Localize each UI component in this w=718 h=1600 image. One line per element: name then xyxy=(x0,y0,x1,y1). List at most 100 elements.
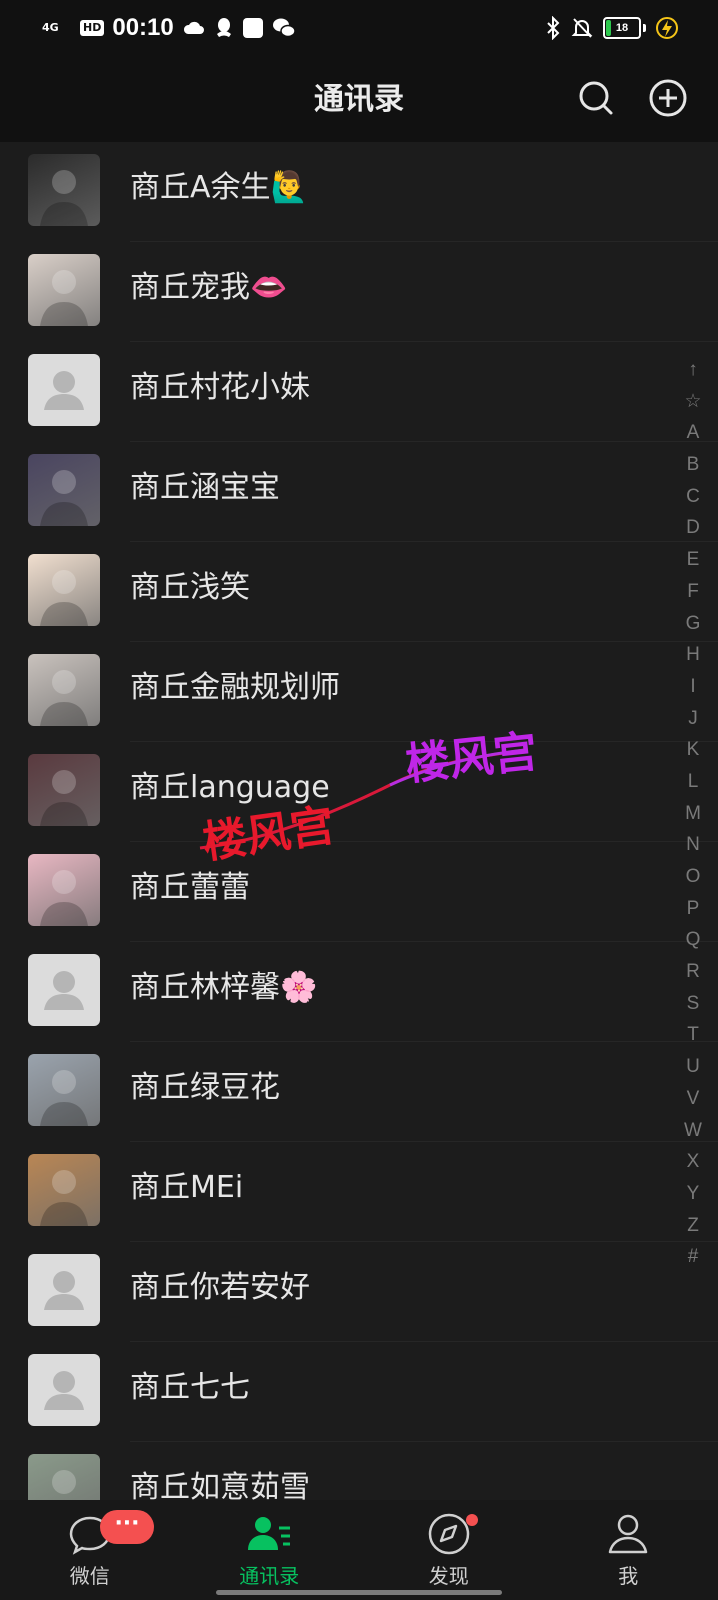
index-letter[interactable]: C xyxy=(686,481,700,513)
photo-silhouette xyxy=(40,1170,88,1226)
search-icon xyxy=(579,81,613,115)
photo-silhouette xyxy=(52,1470,76,1494)
index-letter[interactable]: H xyxy=(686,639,700,671)
home-indicator xyxy=(216,1590,502,1595)
avatar[interactable] xyxy=(28,654,100,726)
tab-label-me: 我 xyxy=(618,1564,639,1588)
index-letter[interactable]: Z xyxy=(687,1210,699,1242)
photo-silhouette xyxy=(40,870,88,926)
tab-chats[interactable]: 微信 xyxy=(0,1500,180,1600)
default-avatar[interactable] xyxy=(28,354,100,426)
index-letter[interactable]: G xyxy=(686,608,701,640)
unread-badge: ··· xyxy=(100,1510,154,1544)
index-letter[interactable]: W xyxy=(684,1115,702,1147)
index-letter[interactable]: N xyxy=(686,829,700,861)
contacts-icon xyxy=(248,1517,291,1550)
index-letter[interactable]: I xyxy=(690,671,695,703)
person-silhouette-icon xyxy=(44,971,84,1010)
contact-row[interactable]: 商丘林梓馨🌸 xyxy=(0,942,718,1042)
index-letter[interactable]: A xyxy=(687,417,700,449)
index-letter[interactable]: U xyxy=(686,1051,700,1083)
index-letter[interactable]: O xyxy=(686,861,701,893)
contact-row[interactable]: 商丘七七 xyxy=(0,1342,718,1442)
avatar[interactable] xyxy=(28,554,100,626)
contact-row[interactable]: 商丘蕾蕾 xyxy=(0,842,718,942)
avatar[interactable] xyxy=(28,754,100,826)
title-bar: 通讯录 xyxy=(0,56,718,142)
default-avatar[interactable] xyxy=(28,1354,100,1426)
avatar[interactable] xyxy=(28,254,100,326)
contact-row[interactable]: 商丘language xyxy=(0,742,718,842)
contact-row[interactable]: 商丘MEi xyxy=(0,1142,718,1242)
person-silhouette-icon xyxy=(44,371,84,410)
index-letter[interactable]: K xyxy=(687,734,700,766)
wechat-icon xyxy=(272,18,296,38)
avatar[interactable] xyxy=(28,1054,100,1126)
hd-badge: HD xyxy=(80,20,105,36)
index-letter[interactable]: E xyxy=(687,544,700,576)
contact-name: 商丘金融规划师 xyxy=(130,670,340,705)
index-letter[interactable]: B xyxy=(687,449,700,481)
avatar[interactable] xyxy=(28,454,100,526)
contact-name: 商丘language xyxy=(130,770,330,805)
contact-name: 商丘林梓馨🌸 xyxy=(130,970,318,1005)
contact-row[interactable]: 商丘金融规划师 xyxy=(0,642,718,742)
add-button[interactable] xyxy=(648,78,688,118)
index-letter[interactable]: ☆ xyxy=(684,386,701,418)
contact-row[interactable]: 商丘村花小妹 xyxy=(0,342,718,442)
discover-red-dot xyxy=(466,1514,478,1526)
clock: 00:10 xyxy=(112,14,174,41)
search-button[interactable] xyxy=(576,78,616,118)
index-letter[interactable]: M xyxy=(685,798,701,830)
tab-me[interactable]: 我 xyxy=(539,1500,718,1600)
index-letter[interactable]: J xyxy=(688,703,698,735)
index-letter[interactable]: Q xyxy=(686,924,701,956)
charging-icon xyxy=(656,17,678,39)
contact-name: 商丘A余生🙋‍♂️ xyxy=(130,170,308,205)
index-letter[interactable]: D xyxy=(686,512,700,544)
index-letter[interactable]: R xyxy=(686,956,700,988)
contact-row[interactable]: 商丘A余生🙋‍♂️ xyxy=(0,142,718,242)
alphabet-index[interactable]: ↑ ☆ A B C D E F G H I J K L M N O P Q R S T U V W X Y Z # xyxy=(680,354,706,1273)
battery-level: 18 xyxy=(615,22,629,34)
contact-name: 商丘宠我👄 xyxy=(130,270,288,305)
app-square-icon xyxy=(242,18,263,38)
index-letter[interactable]: # xyxy=(688,1241,699,1273)
contact-row[interactable]: 商丘涵宝宝 xyxy=(0,442,718,542)
battery-cap xyxy=(643,24,646,32)
contact-row[interactable]: 商丘你若安好 xyxy=(0,1242,718,1342)
default-avatar[interactable] xyxy=(28,954,100,1026)
index-letter[interactable]: Y xyxy=(687,1178,700,1210)
avatar[interactable] xyxy=(28,154,100,226)
avatar[interactable] xyxy=(28,854,100,926)
photo-silhouette xyxy=(40,270,88,326)
mute-bell-icon xyxy=(571,18,593,38)
contact-row[interactable]: 商丘绿豆花 xyxy=(0,1042,718,1142)
index-letter[interactable]: X xyxy=(687,1146,700,1178)
index-letter[interactable]: ↑ xyxy=(688,354,698,386)
photo-silhouette xyxy=(40,470,88,526)
person-silhouette-icon xyxy=(44,1371,84,1410)
index-letter[interactable]: P xyxy=(687,893,700,925)
index-letter[interactable]: T xyxy=(687,1019,699,1051)
tab-discover[interactable]: 发现 xyxy=(359,1500,539,1600)
bluetooth-icon xyxy=(547,16,560,40)
photo-silhouette xyxy=(40,1070,88,1126)
tab-contacts[interactable]: 通讯录 xyxy=(180,1500,360,1600)
tab-label-chats: 微信 xyxy=(69,1564,110,1588)
photo-silhouette xyxy=(40,670,88,726)
contact-row[interactable]: 商丘浅笑 xyxy=(0,542,718,642)
index-letter[interactable]: V xyxy=(687,1083,700,1115)
index-letter[interactable]: S xyxy=(687,988,700,1020)
tab-label-discover: 发现 xyxy=(428,1564,469,1588)
contact-row[interactable]: 商丘宠我👄 xyxy=(0,242,718,342)
contact-row[interactable]: 商丘如意茹雪 xyxy=(0,1442,718,1500)
avatar[interactable] xyxy=(28,1454,100,1500)
contact-list[interactable]: 商丘A余生🙋‍♂️ 商丘宠我👄 商丘村花小妹 商丘涵宝宝 商丘浅笑商丘金融规划师 商丘la… xyxy=(0,142,718,1500)
index-letter[interactable]: L xyxy=(688,766,699,798)
default-avatar[interactable] xyxy=(28,1254,100,1326)
person-silhouette-icon xyxy=(44,1271,84,1310)
avatar[interactable] xyxy=(28,1154,100,1226)
qq-icon xyxy=(216,18,231,37)
index-letter[interactable]: F xyxy=(687,576,699,608)
